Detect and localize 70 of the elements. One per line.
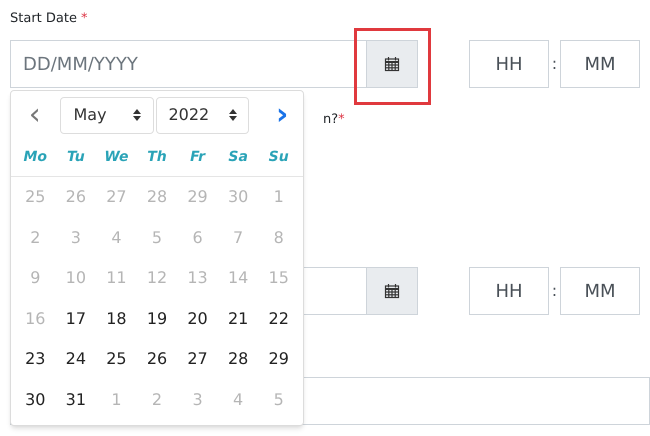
day-cell[interactable]: 26 <box>146 347 168 372</box>
day-cell[interactable]: 18 <box>106 306 127 331</box>
day-cell-text: 1 <box>274 186 284 208</box>
day-cell-text: 27 <box>106 186 127 208</box>
minute-input-field[interactable]: MM <box>560 40 640 88</box>
minute-input-field[interactable]: MM <box>560 267 640 315</box>
day-cell-text: 16 <box>25 308 46 330</box>
day-cell[interactable]: 27 <box>187 347 208 372</box>
required-mark: * <box>338 111 345 130</box>
weekday-label: Fr <box>189 148 207 167</box>
day-cell-text: 3 <box>192 388 203 411</box>
day-cell-text: 12 <box>146 267 168 290</box>
weekday-label: Th <box>146 148 168 167</box>
sort-icon <box>229 109 238 121</box>
day-cell-text: 9 <box>30 267 40 290</box>
day-cell-text: 28 <box>146 186 168 208</box>
day-cell-text: 11 <box>106 267 127 290</box>
day-cell-text: 10 <box>66 267 86 290</box>
calendar-button[interactable] <box>367 40 418 88</box>
weekday-label: Sa <box>227 148 249 167</box>
day-cell[interactable]: 30 <box>25 388 46 412</box>
calendar-button[interactable] <box>367 267 418 315</box>
day-cell-text: 8 <box>274 226 284 249</box>
weekday-label: Tu <box>66 148 86 167</box>
day-cell[interactable]: 31 <box>66 388 86 412</box>
day-cell-text: 29 <box>187 186 208 208</box>
time-separator: : <box>550 53 558 75</box>
day-cell[interactable]: 25 <box>106 347 127 372</box>
day-cell-text: 30 <box>228 186 248 208</box>
date-input-field[interactable]: DD/MM/YYYY <box>10 40 367 88</box>
day-cell-text: 2 <box>152 388 162 411</box>
day-cell[interactable]: 20 <box>187 306 208 331</box>
day-cell-text: 4 <box>233 388 244 411</box>
calendar-icon <box>384 56 400 72</box>
time-separator: : <box>550 280 558 302</box>
required-mark: * <box>80 10 88 28</box>
calendar-icon <box>384 283 400 299</box>
day-cell[interactable]: 22 <box>268 306 289 331</box>
year-select[interactable]: 2022 <box>156 96 250 134</box>
weekday-label: We <box>103 148 130 167</box>
day-cell-text: 14 <box>228 267 248 290</box>
day-cell-text: 7 <box>233 226 244 249</box>
field-label: Start Date <box>10 10 77 28</box>
day-cell[interactable]: 29 <box>268 347 289 372</box>
next-month-button[interactable]: › <box>267 100 297 130</box>
day-cell-text: 15 <box>268 267 289 290</box>
day-cell-text: 1 <box>111 388 122 411</box>
day-cell-text: 5 <box>152 226 162 249</box>
day-cell-text: 3 <box>70 226 81 249</box>
day-cell-text: 4 <box>111 226 122 249</box>
day-cell-text: 2 <box>30 226 40 249</box>
day-cell-text: 6 <box>192 226 203 249</box>
day-cell[interactable]: 28 <box>228 347 248 372</box>
day-cell[interactable]: 24 <box>66 347 86 372</box>
day-cell[interactable]: 23 <box>25 347 46 372</box>
hour-input-field[interactable]: HH <box>469 267 549 315</box>
day-cell-text: 25 <box>25 186 46 208</box>
sort-icon <box>133 109 142 121</box>
hour-input-field[interactable]: HH <box>469 40 549 88</box>
weekday-label: Mo <box>22 148 48 167</box>
day-cell-text: 13 <box>187 267 208 290</box>
month-select[interactable]: May <box>60 96 154 134</box>
day-cell-text: 26 <box>66 186 86 208</box>
weekday-label: Su <box>268 148 290 167</box>
day-cell[interactable]: 17 <box>66 306 86 331</box>
day-cell[interactable]: 21 <box>228 306 248 331</box>
day-cell-text: 5 <box>274 388 284 411</box>
field-label: n? <box>323 111 338 130</box>
previous-month-button[interactable]: ‹ <box>17 100 52 130</box>
day-cell[interactable]: 19 <box>146 306 168 331</box>
